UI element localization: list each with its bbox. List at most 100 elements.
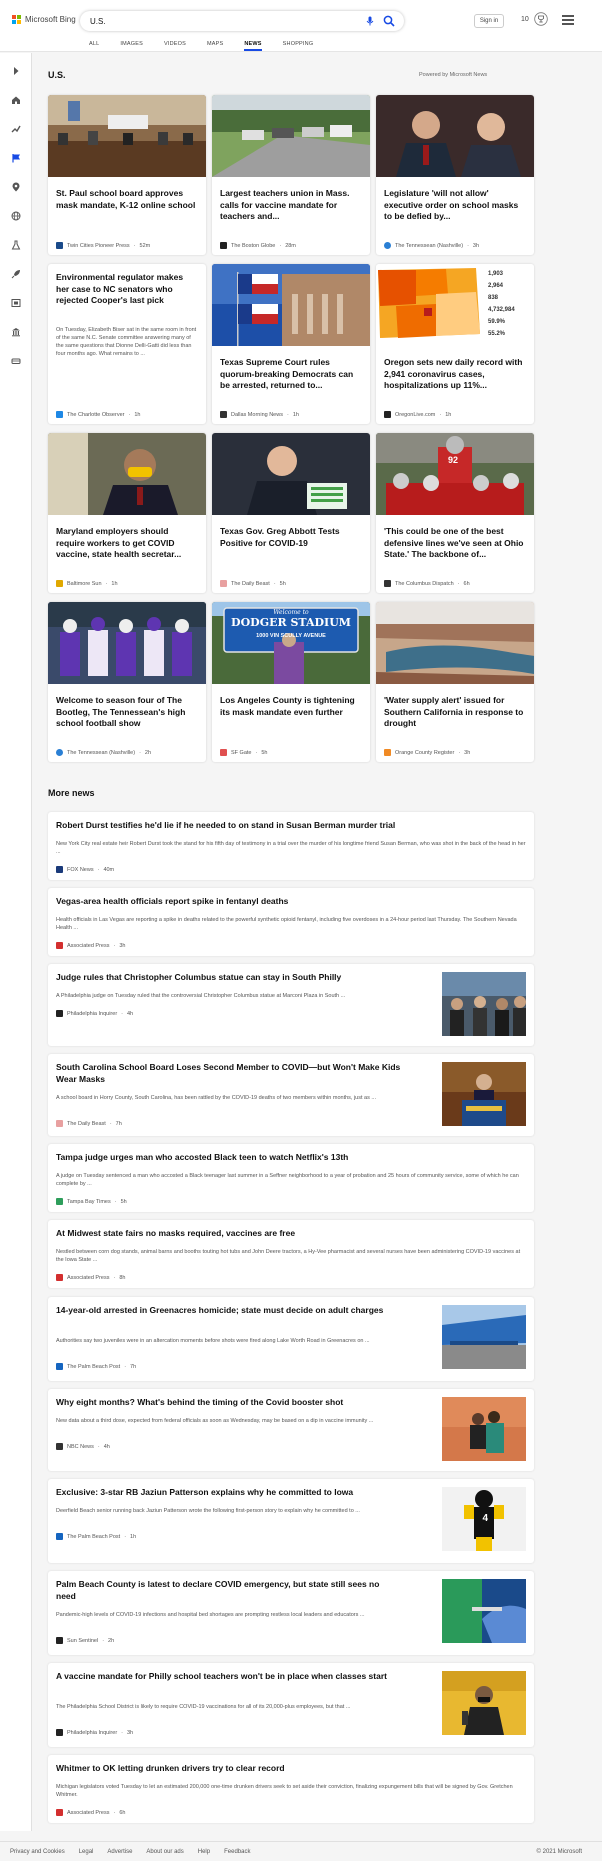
news-snippet: Health officials in Las Vegas are report… (56, 917, 517, 931)
news-title[interactable]: Palm Beach County is latest to declare C… (56, 1579, 396, 1602)
tab-videos[interactable]: VIDEOS (164, 41, 186, 47)
news-list-item[interactable]: A vaccine mandate for Philly school teac… (48, 1663, 534, 1747)
footer-link-legal[interactable]: Legal (79, 1849, 94, 1855)
expand-sidebar-icon[interactable] (11, 66, 21, 76)
news-list-item[interactable]: South Carolina School Board Loses Second… (48, 1054, 534, 1136)
powered-by[interactable]: Powered by Microsoft News (419, 72, 487, 78)
card-title[interactable]: Maryland employers should require worker… (56, 526, 198, 561)
stadium-sign: Welcome to DODGER STADIUM 1000 VIN SCULL… (224, 609, 358, 639)
oregon-stat: 4,732,984 (488, 307, 515, 313)
menu-icon[interactable] (562, 15, 574, 25)
man-yellow-mask-image (48, 433, 206, 515)
news-list-item[interactable]: Judge rules that Christopher Columbus st… (48, 964, 534, 1046)
news-card[interactable]: Maryland employers should require worker… (48, 433, 206, 593)
card-title[interactable]: 'Water supply alert' issued for Southern… (384, 695, 526, 730)
news-list-item[interactable]: At Midwest state fairs no masks required… (48, 1220, 534, 1288)
science-icon[interactable] (11, 240, 21, 250)
globe-icon[interactable] (11, 211, 21, 221)
parking-garage-thumbnail (442, 1305, 526, 1369)
card-snippet: On Tuesday, Elizabeth Biser sat in the s… (56, 327, 197, 357)
footer-link-feedback[interactable]: Feedback (224, 1849, 250, 1855)
card-title[interactable]: Texas Gov. Greg Abbott Tests Positive fo… (220, 526, 362, 549)
news-list-item[interactable]: Tampa judge urges man who accosted Black… (48, 1144, 534, 1212)
microphone-icon[interactable] (365, 16, 375, 26)
bank-icon[interactable] (11, 327, 21, 337)
tab-maps[interactable]: MAPS (207, 41, 223, 47)
search-input[interactable] (90, 15, 340, 27)
card-title[interactable]: 'This could be one of the best defensive… (384, 526, 526, 561)
source-favicon-icon (56, 1533, 63, 1540)
source-separator: · (113, 1274, 116, 1281)
source-time: 2h (144, 749, 152, 756)
news-title[interactable]: Exclusive: 3-star RB Jaziun Patterson ex… (56, 1487, 426, 1499)
news-card[interactable]: Texas Gov. Greg Abbott Tests Positive fo… (212, 433, 370, 593)
source-name: Dallas Morning News (231, 411, 283, 418)
tab-news[interactable]: NEWS (244, 41, 262, 51)
location-pin-icon[interactable] (11, 182, 21, 192)
card-title[interactable]: Largest teachers union in Mass. calls fo… (220, 188, 362, 223)
news-card[interactable]: St. Paul school board approves mask mand… (48, 95, 206, 255)
news-card[interactable]: 92 'This could be one of the best defens… (376, 433, 534, 593)
news-title[interactable]: Whitmer to OK letting drunken drivers tr… (56, 1763, 526, 1775)
news-title[interactable]: 14-year-old arrested in Greenacres homic… (56, 1305, 386, 1317)
news-title[interactable]: At Midwest state fairs no masks required… (56, 1228, 526, 1240)
source-separator: · (102, 1637, 105, 1644)
news-card[interactable]: Environmental regulator makes her case t… (48, 264, 206, 424)
card-title[interactable]: Oregon sets new daily record with 2,941 … (384, 357, 526, 392)
news-source: Tampa Bay Times · 5h (56, 1198, 127, 1205)
news-card[interactable]: Welcome to season four of The Bootleg, T… (48, 602, 206, 762)
search-icon[interactable] (383, 15, 395, 27)
footer-link-about-ads[interactable]: About our ads (146, 1849, 183, 1855)
news-card[interactable]: 'Water supply alert' issued for Southern… (376, 602, 534, 762)
news-title[interactable]: Vegas-area health officials report spike… (56, 896, 526, 908)
sign-in-button[interactable]: Sign in (474, 14, 504, 28)
footer-link-advertise[interactable]: Advertise (107, 1849, 132, 1855)
news-list-item[interactable]: Vegas-area health officials report spike… (48, 888, 534, 956)
news-title[interactable]: Tampa judge urges man who accosted Black… (56, 1152, 526, 1164)
news-card[interactable]: Welcome to DODGER STADIUM 1000 VIN SCULL… (212, 602, 370, 762)
news-title[interactable]: Robert Durst testifies he'd lie if he ne… (56, 820, 526, 832)
news-title[interactable]: Judge rules that Christopher Columbus st… (56, 972, 426, 984)
card-title[interactable]: St. Paul school board approves mask mand… (56, 188, 198, 211)
source-separator: · (273, 580, 276, 587)
news-card[interactable]: 1,903 2,964 838 4,732,984 59.9% 55.2% Or… (376, 264, 534, 424)
news-list-item[interactable]: Exclusive: 3-star RB Jaziun Patterson ex… (48, 1479, 534, 1563)
source-favicon-icon (56, 411, 63, 418)
news-card[interactable]: Legislature 'will not allow' executive o… (376, 95, 534, 255)
footer-link-help[interactable]: Help (198, 1849, 210, 1855)
news-title[interactable]: Why eight months? What's behind the timi… (56, 1397, 426, 1409)
card-title[interactable]: Legislature 'will not allow' executive o… (384, 188, 526, 223)
news-list-item[interactable]: Robert Durst testifies he'd lie if he ne… (48, 812, 534, 880)
card-title[interactable]: Texas Supreme Court rules quorum-breakin… (220, 357, 362, 392)
tab-shopping[interactable]: SHOPPING (283, 41, 314, 47)
home-icon[interactable] (11, 95, 21, 105)
rewards-trophy-icon[interactable] (534, 12, 548, 26)
news-source: Associated Press · 8h (56, 1274, 125, 1281)
card-title[interactable]: Welcome to season four of The Bootleg, T… (56, 695, 198, 730)
news-card[interactable]: Texas Supreme Court rules quorum-breakin… (212, 264, 370, 424)
us-flag-icon[interactable] (11, 153, 21, 163)
card-title[interactable]: Environmental regulator makes her case t… (56, 272, 198, 307)
school-board-meeting-image (48, 95, 206, 177)
rewards-points[interactable]: 10 (521, 16, 529, 23)
tab-all[interactable]: ALL (89, 41, 99, 47)
rocket-icon[interactable] (11, 269, 21, 279)
news-list-item[interactable]: Why eight months? What's behind the timi… (48, 1389, 534, 1471)
sidebar (0, 53, 32, 1831)
source-name: The Palm Beach Post (67, 1363, 121, 1370)
news-title[interactable]: South Carolina School Board Loses Second… (56, 1062, 416, 1085)
tab-images[interactable]: IMAGES (120, 41, 143, 47)
bing-logo[interactable]: Microsoft Bing (12, 15, 76, 24)
news-card[interactable]: Largest teachers union in Mass. calls fo… (212, 95, 370, 255)
news-list-item[interactable]: Palm Beach County is latest to declare C… (48, 1571, 534, 1655)
news-list-item[interactable]: Whitmer to OK letting drunken drivers tr… (48, 1755, 534, 1823)
car-icon[interactable] (11, 356, 21, 366)
news-source: FOX News · 40m (56, 866, 114, 873)
oregon-stat: 2,964 (488, 283, 504, 289)
trending-icon[interactable] (11, 124, 21, 134)
news-title[interactable]: A vaccine mandate for Philly school teac… (56, 1671, 396, 1683)
film-icon[interactable] (11, 298, 21, 308)
card-title[interactable]: Los Angeles County is tightening its mas… (220, 695, 362, 718)
news-list-item[interactable]: 14-year-old arrested in Greenacres homic… (48, 1297, 534, 1381)
footer-link-privacy[interactable]: Privacy and Cookies (10, 1849, 65, 1855)
